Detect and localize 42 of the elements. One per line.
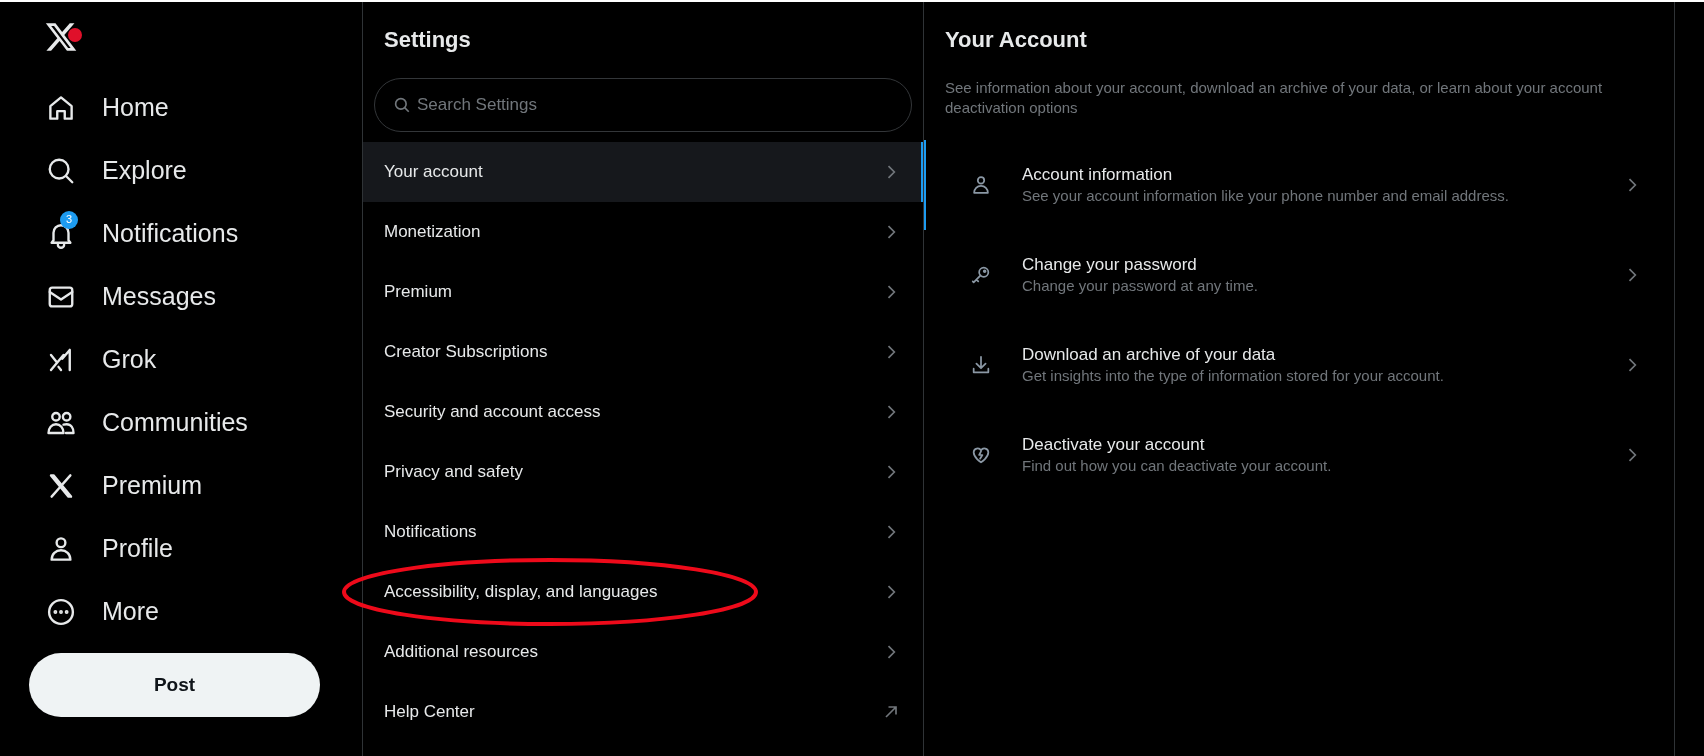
nav-item[interactable]: Messages xyxy=(46,265,232,328)
nav-item[interactable]: 3 Notifications xyxy=(46,202,255,265)
nav-item[interactable]: Communities xyxy=(46,391,264,454)
account-option[interactable]: Deactivate your account Find out how you can deactivate your account. xyxy=(924,410,1674,500)
download-icon xyxy=(970,354,992,376)
settings-item[interactable]: Help Center xyxy=(363,682,923,742)
notification-badge: 3 xyxy=(60,210,78,229)
key-icon xyxy=(970,264,992,286)
settings-title: Settings xyxy=(383,26,472,54)
settings-item[interactable]: Privacy and safety xyxy=(363,442,923,502)
option-title: Change your password xyxy=(1022,254,1197,276)
settings-item[interactable]: Additional resources xyxy=(363,622,923,682)
post-button[interactable]: Post xyxy=(29,653,320,717)
account-option[interactable]: Change your password Change your password at any time. xyxy=(924,230,1674,320)
option-title: Account information xyxy=(1022,164,1173,186)
nav-item[interactable]: More xyxy=(46,580,175,643)
person-icon xyxy=(970,174,992,196)
page-description: See information about your account, download an archive of your data, or learn about your account deactivation options xyxy=(944,78,1604,118)
account-option[interactable]: Download an archive of your data Get insights into the type of information stored for your account. xyxy=(924,320,1674,410)
settings-item[interactable]: Premium xyxy=(363,262,923,322)
settings-item[interactable]: Your account xyxy=(363,142,923,202)
nav-item[interactable]: Home xyxy=(46,76,185,139)
settings-item[interactable]: Security and account access xyxy=(363,382,923,442)
option-title: Deactivate your account xyxy=(1022,434,1205,456)
settings-item[interactable]: Monetization xyxy=(363,202,923,262)
option-description: Change your password at any time. xyxy=(1022,276,1258,296)
nav-item[interactable]: Profile xyxy=(46,517,189,580)
nav-item[interactable]: Premium xyxy=(46,454,218,517)
account-option[interactable]: Account information See your account information like your phone number and email address. xyxy=(924,140,1674,230)
option-description: Get insights into the type of information stored for your account. xyxy=(1022,366,1444,386)
option-description: See your account information like your phone number and email address. xyxy=(1022,186,1509,206)
nav-item[interactable]: Explore xyxy=(46,139,203,202)
option-description: Find out how you can deactivate your account. xyxy=(1022,456,1332,476)
more-icon xyxy=(46,596,76,627)
page-title: Your Account xyxy=(944,26,1088,54)
settings-item[interactable]: Notifications xyxy=(363,502,923,562)
search-field[interactable]: Search Settings xyxy=(374,78,912,132)
settings-item[interactable]: Creator Subscriptions xyxy=(363,322,923,382)
option-title: Download an archive of your data xyxy=(1022,344,1276,366)
settings-item[interactable]: Accessibility, display, and languages xyxy=(363,562,923,622)
search-icon xyxy=(393,96,411,114)
nav-item[interactable]: Grok xyxy=(46,328,173,391)
